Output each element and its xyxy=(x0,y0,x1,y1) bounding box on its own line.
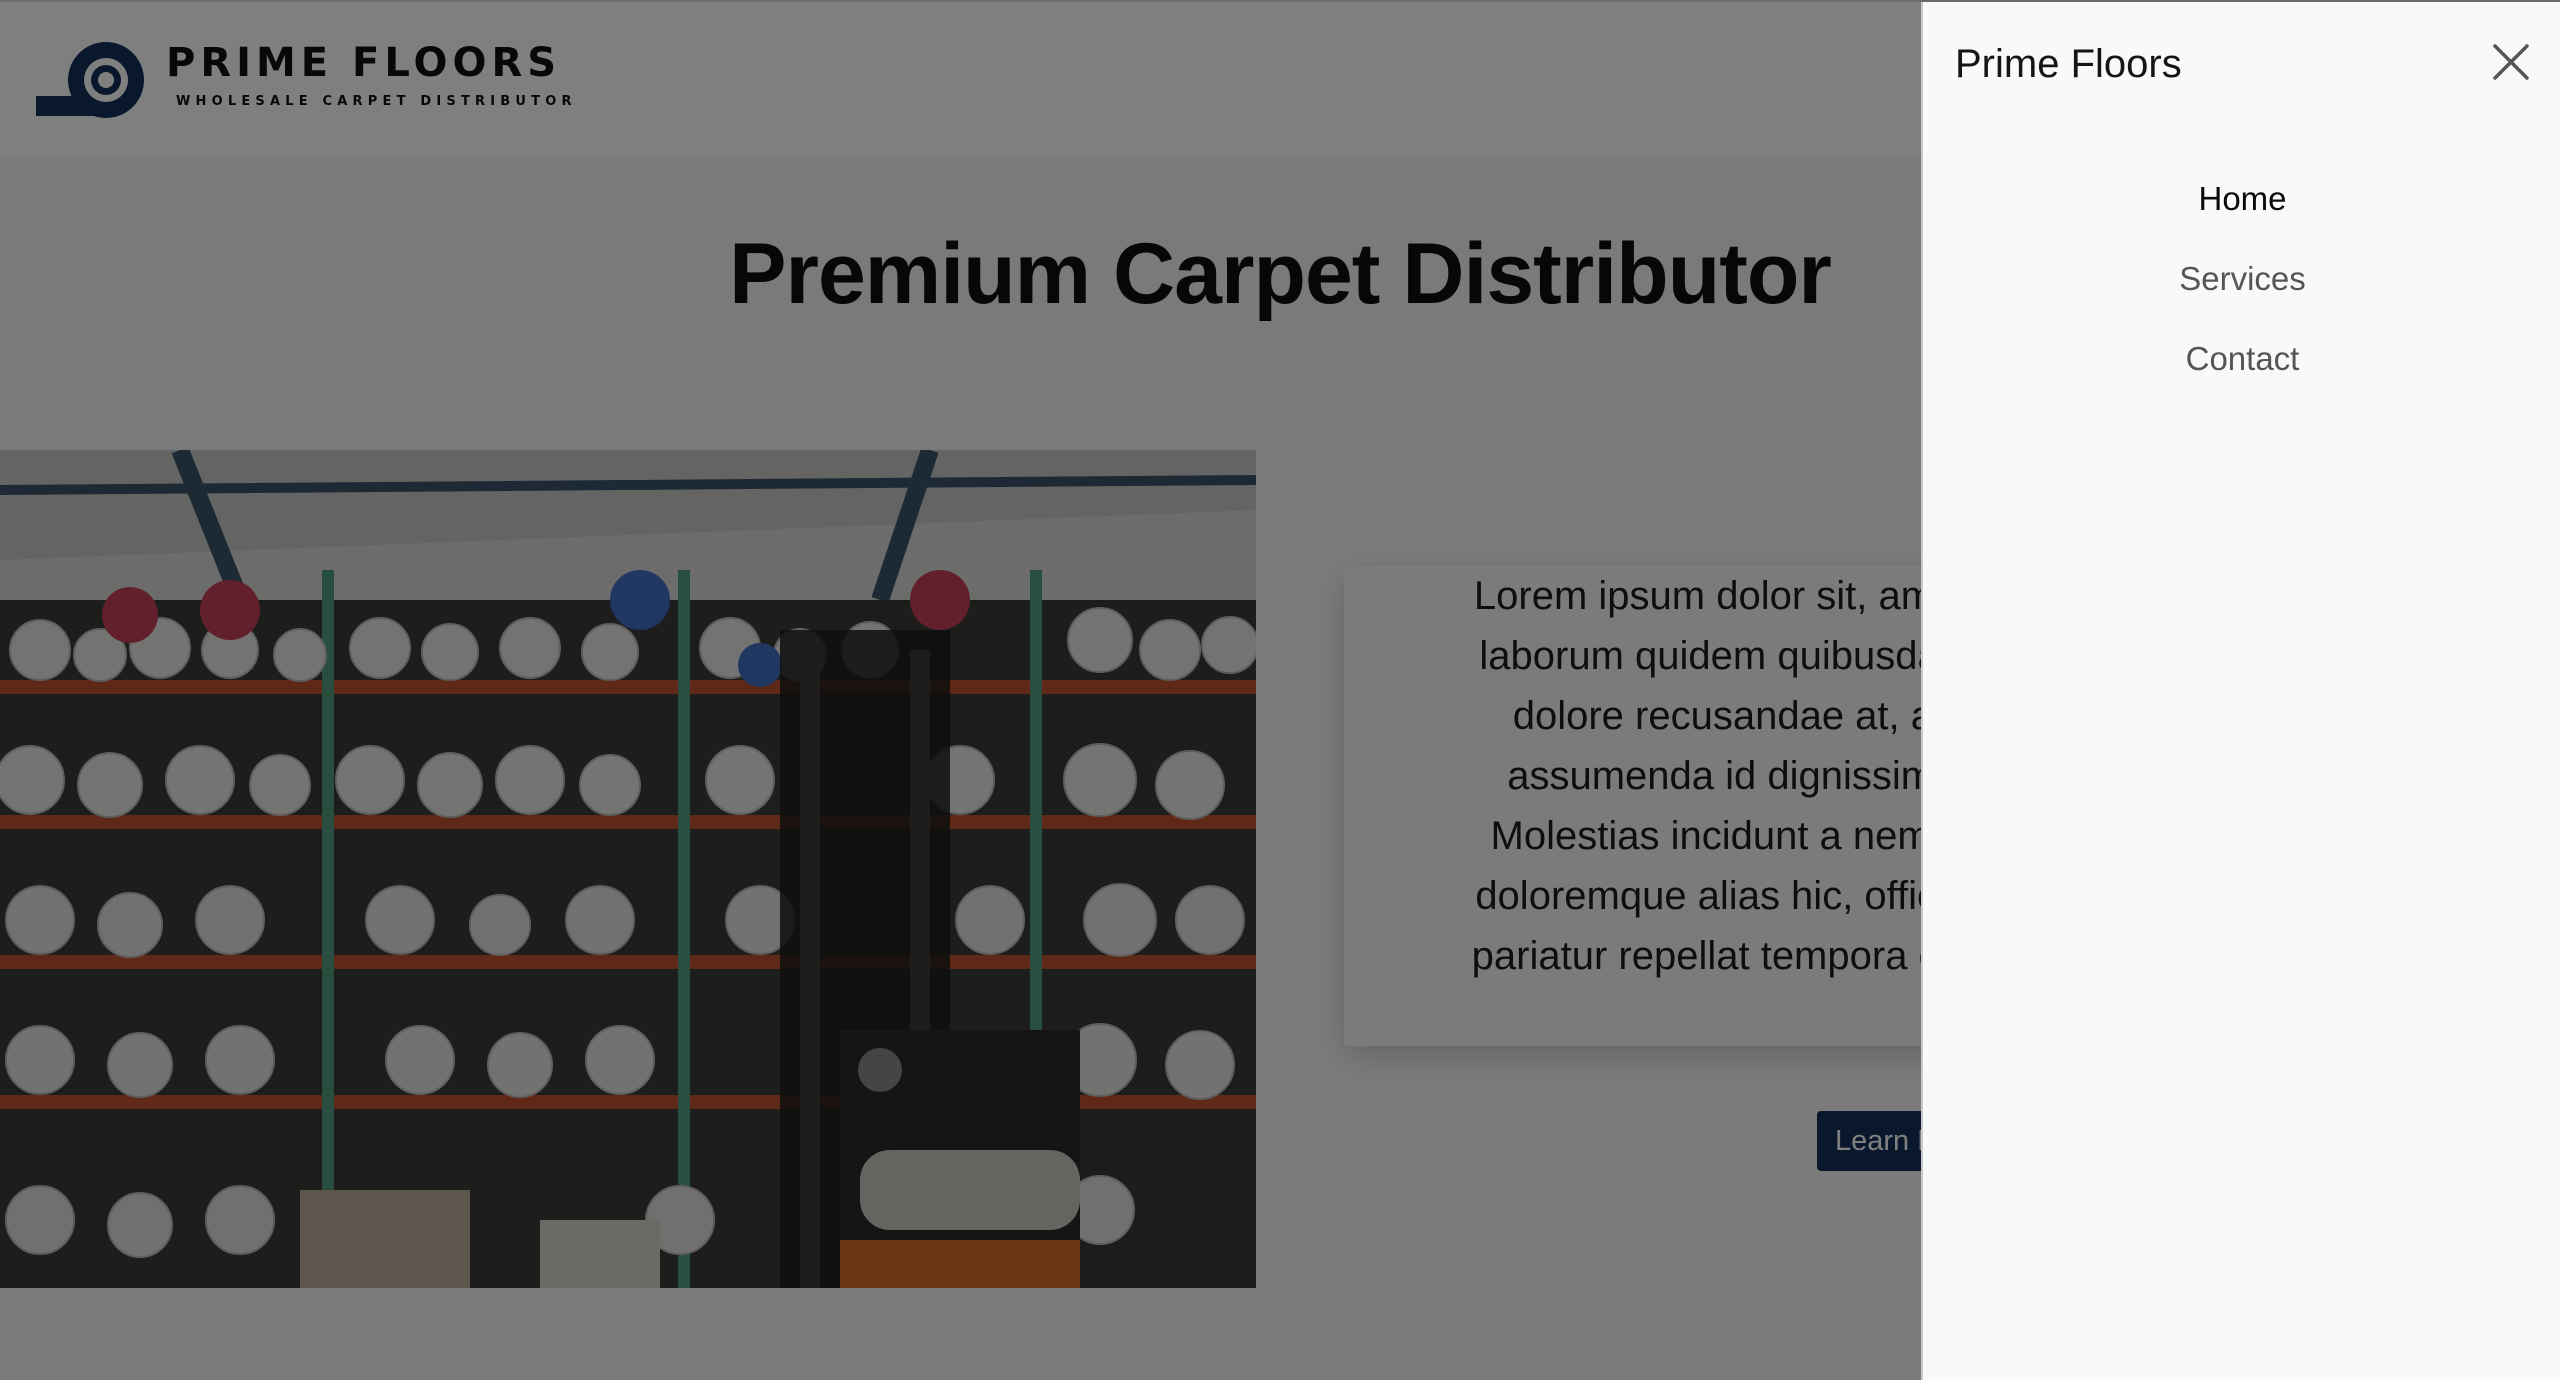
close-icon[interactable] xyxy=(2489,40,2533,84)
offcanvas-nav: Home Services Contact xyxy=(1923,170,2560,410)
window-top-border xyxy=(0,0,2560,2)
nav-link-services[interactable]: Services xyxy=(1923,250,2560,330)
nav-link-contact[interactable]: Contact xyxy=(1923,330,2560,410)
offcanvas-title: Prime Floors xyxy=(1955,42,2182,86)
offcanvas-menu: Prime Floors Home Services Contact xyxy=(1921,0,2560,1380)
nav-link-home[interactable]: Home xyxy=(1923,170,2560,250)
